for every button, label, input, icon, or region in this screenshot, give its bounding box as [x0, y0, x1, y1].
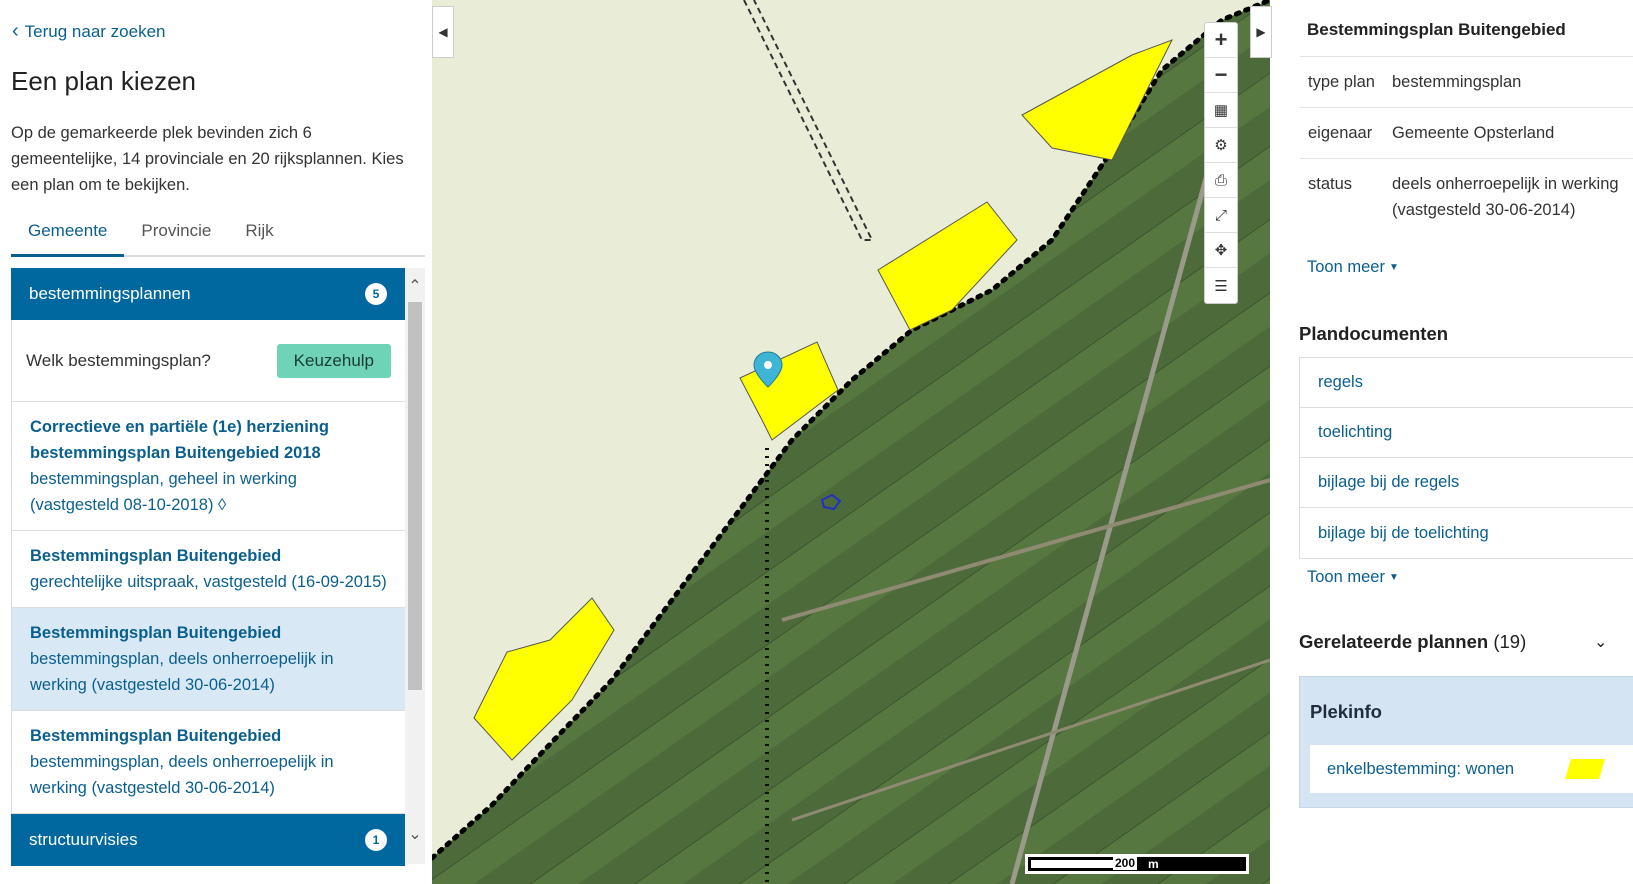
plekinfo-title: Plekinfo: [1310, 701, 1382, 722]
info-value: deels onherroepelijk in werking (vastges…: [1392, 175, 1619, 219]
plan-list-item[interactable]: Correctieve en partiële (1e) herziening …: [12, 402, 405, 531]
plan-detail-title: Bestemmingsplan Buitengebied: [1307, 20, 1566, 39]
chevron-left-icon: ‹: [12, 20, 19, 42]
info-key: status: [1308, 175, 1353, 193]
back-label: Terug naar zoeken: [24, 22, 166, 41]
scale-label: 200: [1113, 856, 1138, 870]
layers-icon[interactable]: ▦: [1205, 93, 1237, 128]
chevron-down-icon[interactable]: ⌄: [1594, 632, 1607, 652]
plan-list: Welk bestemmingsplan? Keuzehulp Correcti…: [11, 320, 405, 814]
toon-meer-label: Toon meer: [1307, 258, 1385, 276]
keuzehulp-row: Welk bestemmingsplan? Keuzehulp: [12, 320, 405, 402]
scroll-up-icon[interactable]: ⌃: [405, 276, 425, 298]
plan-list-item[interactable]: Bestemmingsplan Buitengebied bestemmings…: [12, 711, 405, 814]
page-title: Een plan kiezen: [11, 66, 197, 96]
fullscreen-icon[interactable]: ⤢: [1205, 198, 1237, 233]
accordion-label: bestemmingsplannen: [29, 284, 191, 303]
plan-list-item-selected[interactable]: Bestemmingsplan Buitengebied bestemmings…: [12, 608, 405, 711]
tab-gemeente[interactable]: Gemeente: [11, 213, 125, 257]
tab-provincie[interactable]: Provincie: [124, 213, 228, 257]
count-badge: 1: [365, 829, 387, 851]
document-link[interactable]: bijlage bij de regels: [1300, 458, 1633, 508]
caret-down-icon: ▼: [1388, 572, 1399, 584]
plekinfo-box: Plekinfo enkelbestemming: wonen: [1299, 676, 1633, 808]
related-plans-heading[interactable]: Gerelateerde plannen (19): [1299, 631, 1526, 653]
info-value: Gemeente Opsterland: [1392, 124, 1555, 142]
plan-subtitle: bestemmingsplan, geheel in werking (vast…: [30, 470, 297, 514]
back-to-search-link[interactable]: ‹ Terug naar zoeken: [12, 20, 166, 42]
accordion-structuurvisies[interactable]: structuurvisies 1: [11, 814, 405, 866]
collapse-right-panel-button[interactable]: ▶: [1250, 6, 1272, 58]
accordion-label: structuurvisies: [29, 830, 138, 849]
plan-detail-panel: Bestemmingsplan Buitengebied type plan b…: [1272, 0, 1633, 884]
document-link[interactable]: regels: [1300, 358, 1633, 408]
related-plans-label: Gerelateerde plannen: [1299, 631, 1489, 652]
plan-chooser-panel: ‹ Terug naar zoeken Een plan kiezen Op d…: [0, 0, 432, 884]
toon-meer-docs-link[interactable]: Toon meer ▼: [1307, 568, 1399, 587]
info-value: bestemmingsplan: [1392, 73, 1522, 91]
plandocuments-heading: Plandocumenten: [1299, 323, 1449, 344]
scroll-down-icon[interactable]: ⌄: [405, 824, 425, 846]
zoom-out-button[interactable]: −: [1205, 58, 1237, 93]
map-view[interactable]: [432, 0, 1270, 884]
plan-title: Bestemmingsplan Buitengebied: [30, 727, 282, 745]
document-list: regels toelichting bijlage bij de regels…: [1299, 357, 1633, 559]
document-link[interactable]: toelichting: [1300, 408, 1633, 458]
gear-icon[interactable]: ⚙: [1205, 128, 1237, 163]
scale-unit: m: [1148, 857, 1159, 871]
info-row-type: type plan bestemmingsplan: [1300, 56, 1633, 107]
collapse-left-panel-button[interactable]: ◀: [432, 6, 454, 58]
legend-swatch-icon: [1565, 759, 1605, 779]
plan-list-item[interactable]: Bestemmingsplan Buitengebied gerechtelij…: [12, 531, 405, 608]
accordion-bestemmingsplannen[interactable]: bestemmingsplannen 5: [11, 268, 405, 320]
plan-subtitle: bestemmingsplan, deels onherroepelijk in…: [30, 650, 334, 694]
zoom-in-button[interactable]: +: [1205, 23, 1237, 58]
scrollbar-thumb[interactable]: [408, 302, 422, 690]
info-key: eigenaar: [1308, 124, 1373, 142]
document-link[interactable]: bijlage bij de toelichting: [1300, 508, 1633, 558]
keuzehulp-button[interactable]: Keuzehulp: [276, 343, 391, 378]
plan-title: Correctieve en partiële (1e) herziening …: [30, 418, 329, 462]
info-key: type plan: [1308, 73, 1375, 91]
map-toolbar: + − ▦ ⚙ ⎙ ⤢ ✥ ☰: [1204, 22, 1238, 304]
toon-meer-info-link[interactable]: Toon meer ▼: [1307, 258, 1399, 277]
plan-subtitle: gerechtelijke uitspraak, vastgesteld (16…: [30, 573, 387, 591]
legend-icon[interactable]: ☰: [1205, 268, 1237, 303]
map-canvas: [432, 0, 1270, 884]
intro-text: Op de gemarkeerde plek bevinden zich 6 g…: [11, 124, 404, 194]
plan-info-table: type plan bestemmingsplan eigenaar Gemee…: [1300, 56, 1633, 235]
scale-bar: 200 m: [1025, 854, 1249, 874]
plekinfo-item-label: enkelbestemming: wonen: [1327, 759, 1515, 778]
keuze-question: Welk bestemmingsplan?: [26, 350, 211, 370]
tab-bar: Gemeente Provincie Rijk: [11, 213, 425, 257]
print-icon[interactable]: ⎙: [1205, 163, 1237, 198]
plan-title: Bestemmingsplan Buitengebied: [30, 624, 282, 642]
plan-title: Bestemmingsplan Buitengebied: [30, 547, 282, 565]
tab-rijk[interactable]: Rijk: [228, 213, 290, 257]
info-row-status: status deels onherroepelijk in werking (…: [1300, 158, 1633, 235]
plan-subtitle: bestemmingsplan, deels onherroepelijk in…: [30, 753, 334, 797]
plekinfo-item[interactable]: enkelbestemming: wonen: [1310, 745, 1633, 793]
info-row-eigenaar: eigenaar Gemeente Opsterland: [1300, 107, 1633, 158]
count-badge: 5: [365, 283, 387, 305]
locate-icon[interactable]: ✥: [1205, 233, 1237, 268]
caret-down-icon: ▼: [1388, 262, 1399, 274]
toon-meer-label: Toon meer: [1307, 568, 1385, 586]
related-plans-count: (19): [1493, 631, 1527, 652]
